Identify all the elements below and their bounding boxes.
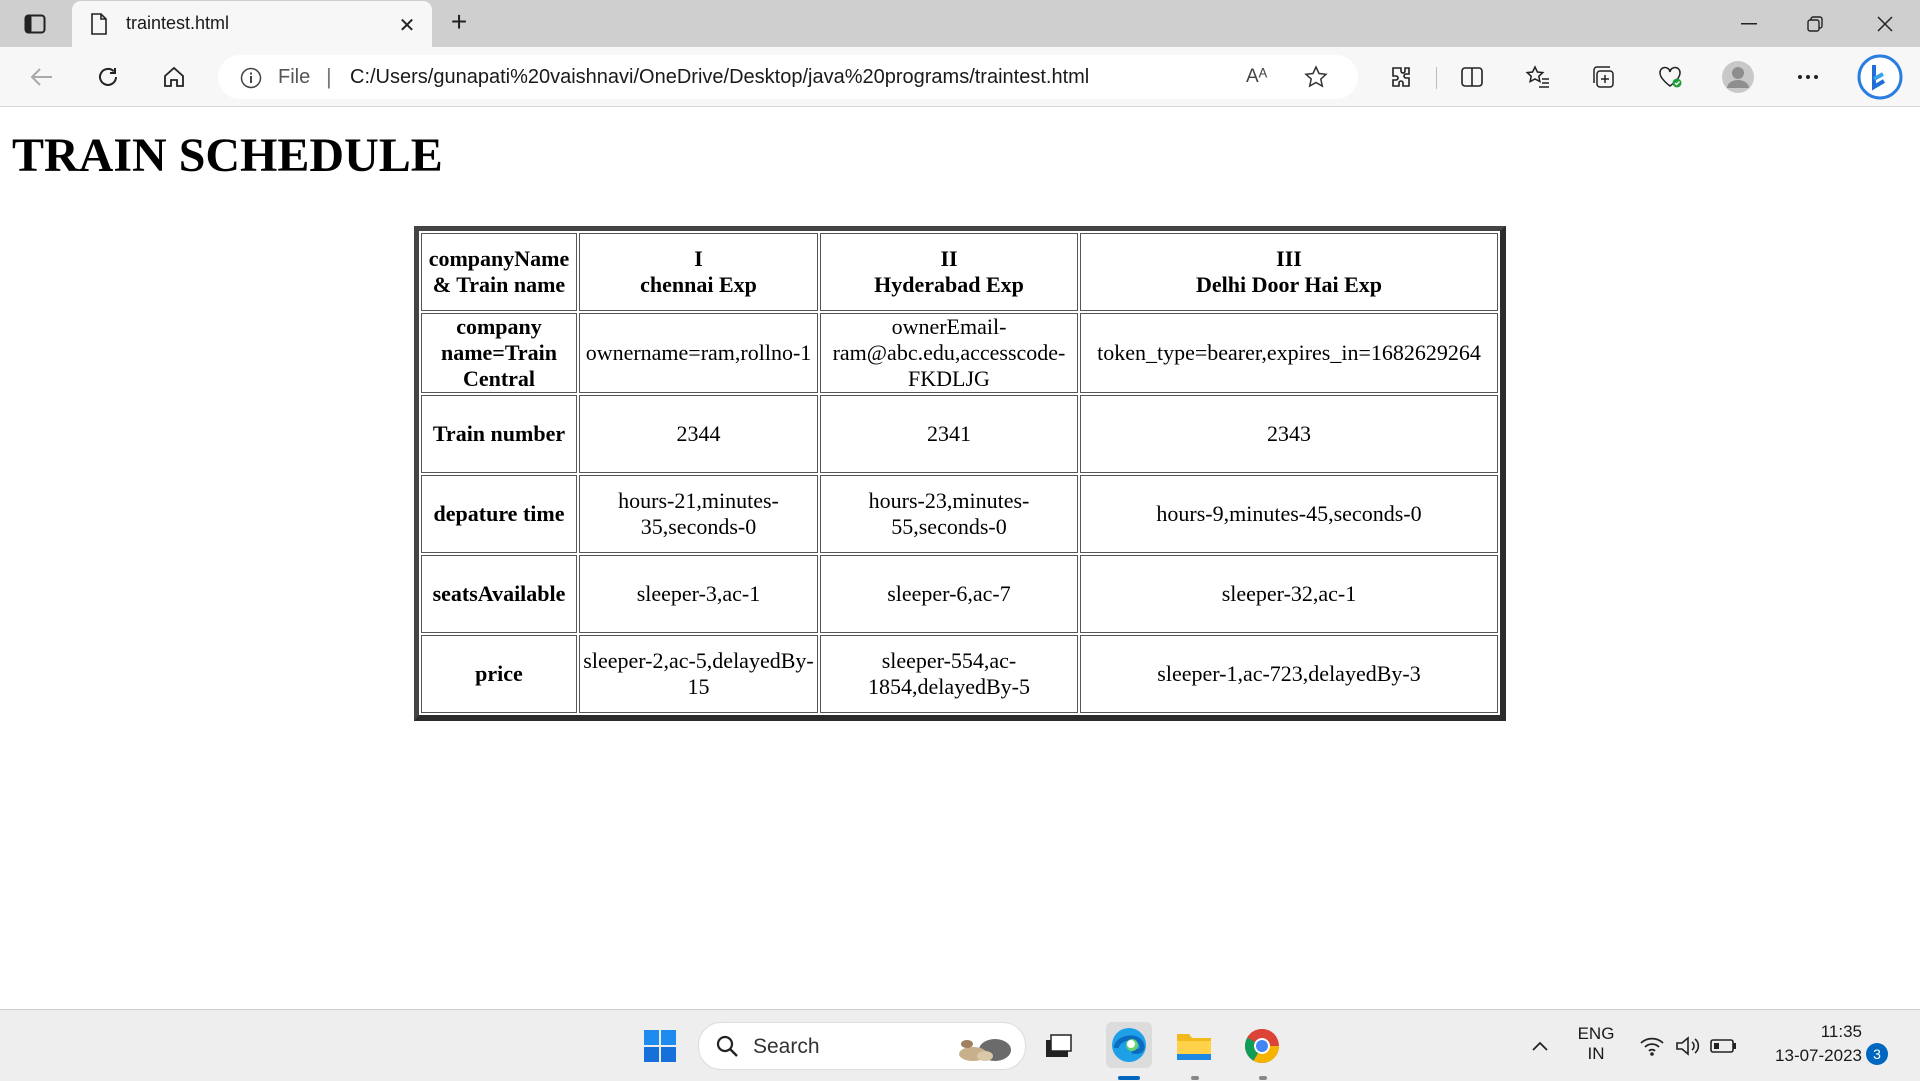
- read-aloud-icon[interactable]: Aᴬ: [1246, 66, 1267, 88]
- profile-avatar[interactable]: [1718, 57, 1758, 97]
- split-screen-icon[interactable]: [1452, 57, 1492, 97]
- toolbar-divider: [1436, 67, 1437, 89]
- table-cell: sleeper-32,ac-1: [1080, 555, 1498, 633]
- search-icon: [715, 1034, 739, 1063]
- train-schedule-table: companyName & Train name Ichennai Exp II H…: [414, 226, 1506, 721]
- back-button[interactable]: [22, 57, 62, 97]
- header-line: III: [1276, 246, 1302, 271]
- language-line: ENG: [1577, 1024, 1615, 1043]
- show-hidden-icons-chevron-icon[interactable]: [1520, 1026, 1560, 1066]
- search-highlight-icon: [945, 1032, 1015, 1067]
- edge-active-indicator: [1118, 1076, 1140, 1080]
- favorites-icon[interactable]: [1518, 57, 1558, 97]
- browser-essentials-icon[interactable]: [1650, 57, 1690, 97]
- table-cell: sleeper-2,ac-5,delayedBy-15: [579, 635, 818, 713]
- table-cell: sleeper-1,ac-723,delayedBy-3: [1080, 635, 1498, 713]
- language-line: IN: [1587, 1044, 1605, 1063]
- table-row: Train number 2344 2341 2343: [421, 395, 1498, 473]
- table-cell: sleeper-6,ac-7: [820, 555, 1078, 633]
- header-line: & Train name: [432, 272, 566, 297]
- search-label: Search: [753, 1035, 820, 1058]
- table-cell: hours-21,minutes-35,seconds-0: [579, 475, 818, 553]
- table-row: seatsAvailable sleeper-3,ac-1 sleeper-6,…: [421, 555, 1498, 633]
- refresh-button[interactable]: [88, 57, 128, 97]
- tab-actions-icon[interactable]: [18, 10, 52, 38]
- row-label: price: [421, 635, 577, 713]
- table-cell: hours-23,minutes-55,seconds-0: [820, 475, 1078, 553]
- chrome-running-indicator: [1259, 1076, 1267, 1080]
- file-icon: [90, 13, 108, 40]
- favorite-star-icon[interactable]: [1304, 65, 1328, 94]
- minimize-button[interactable]: [1716, 0, 1782, 47]
- collections-icon[interactable]: [1584, 57, 1624, 97]
- taskbar-search[interactable]: Search: [698, 1022, 1026, 1070]
- table-cell: sleeper-554,ac-1854,delayedBy-5: [820, 635, 1078, 713]
- row-label: company name=Train Central: [421, 313, 577, 393]
- edge-taskbar-icon[interactable]: [1106, 1022, 1152, 1068]
- clock[interactable]: 11:35 13-07-2023: [1746, 1022, 1862, 1066]
- header-line: II: [940, 246, 958, 271]
- table-cell: token_type=bearer,expires_in=1682629264: [1080, 313, 1498, 393]
- header-cell-train-2: II Hyderabad Exp: [820, 233, 1078, 311]
- table-cell: 2341: [820, 395, 1078, 473]
- url-text[interactable]: C:/Users/gunapati%20vaishnavi/OneDrive/D…: [350, 66, 1089, 89]
- battery-icon[interactable]: [1704, 1026, 1744, 1066]
- header-line: chennai Exp: [640, 272, 757, 297]
- tab-close-button[interactable]: ✕: [396, 13, 418, 38]
- table-row: company name=Train Central ownername=ram…: [421, 313, 1498, 393]
- row-label: seatsAvailable: [421, 555, 577, 633]
- task-view-icon[interactable]: [1038, 1026, 1078, 1066]
- header-cell-train-3: III Delhi Door Hai Exp: [1080, 233, 1498, 311]
- header-line: Delhi Door Hai Exp: [1195, 272, 1382, 297]
- url-scheme: File: [278, 66, 311, 88]
- wifi-icon[interactable]: [1632, 1026, 1672, 1066]
- start-button[interactable]: [640, 1026, 680, 1066]
- table-cell: ownername=ram,rollno-1: [579, 313, 818, 393]
- row-label: depature time: [421, 475, 577, 553]
- tab-title: traintest.html: [126, 13, 230, 33]
- restore-button[interactable]: [1782, 0, 1848, 47]
- clock-date: 13-07-2023: [1775, 1046, 1862, 1065]
- browser-toolbar: File | C:/Users/gunapati%20vaishnavi/One…: [0, 47, 1920, 107]
- row-label: Train number: [421, 395, 577, 473]
- new-tab-button[interactable]: +: [444, 8, 474, 38]
- home-button[interactable]: [154, 57, 194, 97]
- notification-badge[interactable]: 3: [1866, 1043, 1888, 1065]
- taskbar: Search ENG IN 11:35 13-07-2023 3: [0, 1009, 1920, 1081]
- more-options-icon[interactable]: [1788, 57, 1828, 97]
- volume-icon[interactable]: [1668, 1026, 1708, 1066]
- language-indicator[interactable]: ENG IN: [1566, 1024, 1626, 1064]
- extensions-icon[interactable]: [1380, 57, 1420, 97]
- window-close-button[interactable]: [1852, 0, 1918, 47]
- table-row: depature time hours-21,minutes-35,second…: [421, 475, 1498, 553]
- table-cell: 2343: [1080, 395, 1498, 473]
- header-cell-train-1: Ichennai Exp: [579, 233, 818, 311]
- file-explorer-icon[interactable]: [1174, 1026, 1214, 1066]
- tab-strip: traintest.html ✕ +: [0, 0, 1920, 47]
- header-line: Hyderabad Exp: [874, 272, 1024, 297]
- page-title: TRAIN SCHEDULE: [12, 129, 443, 182]
- explorer-running-indicator: [1191, 1076, 1199, 1080]
- table-cell: 2344: [579, 395, 818, 473]
- header-cell-company: companyName & Train name: [421, 233, 577, 311]
- header-line: I: [694, 246, 703, 271]
- chrome-icon[interactable]: [1242, 1026, 1282, 1066]
- clock-time: 11:35: [1820, 1022, 1862, 1041]
- info-icon[interactable]: [240, 67, 262, 94]
- browser-tab[interactable]: traintest.html ✕: [72, 1, 432, 47]
- table-header-row: companyName & Train name Ichennai Exp II H…: [421, 233, 1498, 311]
- table-cell: sleeper-3,ac-1: [579, 555, 818, 633]
- table-row: price sleeper-2,ac-5,delayedBy-15 sleepe…: [421, 635, 1498, 713]
- table-cell: ownerEmail-ram@abc.edu,accesscode-FKDLJG: [820, 313, 1078, 393]
- address-bar[interactable]: File | C:/Users/gunapati%20vaishnavi/One…: [218, 55, 1358, 99]
- table-cell: hours-9,minutes-45,seconds-0: [1080, 475, 1498, 553]
- header-line: companyName: [428, 246, 570, 271]
- url-separator: |: [326, 64, 332, 89]
- bing-copilot-icon[interactable]: [1856, 53, 1904, 101]
